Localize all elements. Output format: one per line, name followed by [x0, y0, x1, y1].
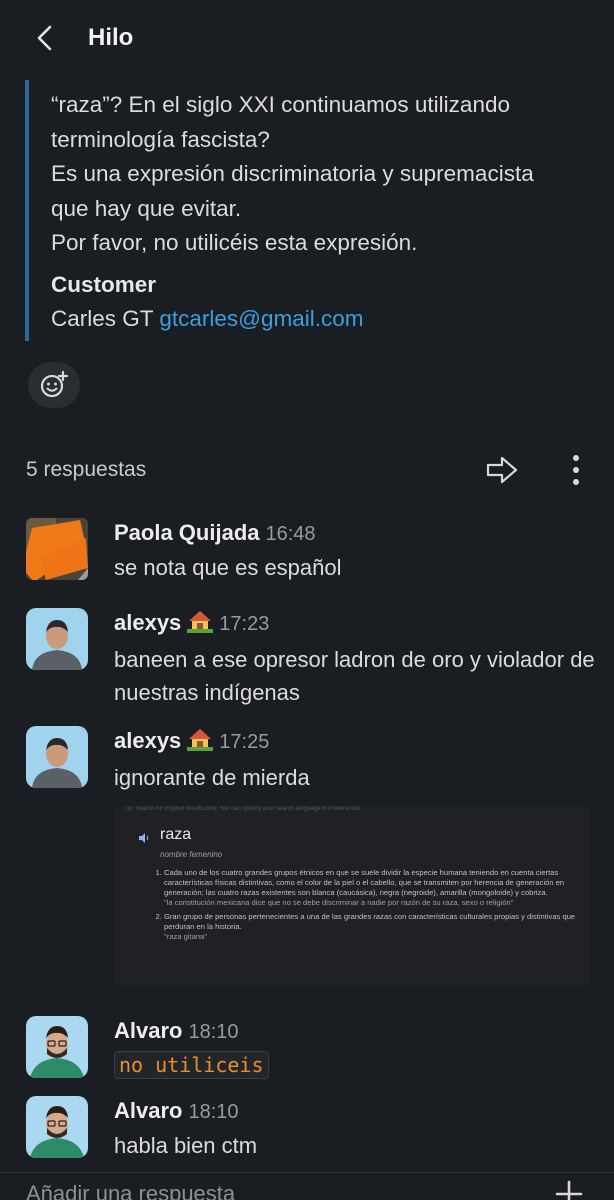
reply-composer: [0, 1172, 614, 1200]
message-body: alexys 17:23 baneen a ese opresor ladron …: [114, 608, 596, 709]
sender-name: Carles GT: [51, 305, 154, 331]
parent-message-text: “raza”? En el siglo XXI continuamos util…: [51, 92, 534, 255]
house-emoji-icon: [187, 609, 214, 641]
more-options-button[interactable]: [556, 450, 596, 490]
author-name[interactable]: Paola Quijada: [114, 520, 260, 545]
add-emoji-icon: [40, 370, 69, 398]
avatar[interactable]: [26, 608, 88, 670]
author-name[interactable]: alexys: [114, 610, 181, 635]
parent-message-sender: Carles GT gtcarles@gmail.com: [51, 301, 595, 341]
definition-text: Gran grupo de personas pertenecientes a …: [164, 912, 576, 931]
author-name[interactable]: Alvaro: [114, 1018, 182, 1043]
message-item[interactable]: Alvaro 18:10 habla bien ctm: [26, 1096, 596, 1166]
back-button[interactable]: [28, 21, 62, 55]
avatar[interactable]: [26, 1016, 88, 1078]
replies-count: 5 respuestas: [26, 458, 147, 481]
definition-item: Gran grupo de personas pertenecientes a …: [164, 912, 576, 942]
replies-bar: 5 respuestas: [26, 448, 596, 492]
message-item[interactable]: alexys 17:25 ignorante de mierda: [26, 726, 596, 796]
definitions-list: Cada uno de los cuatro grandes grupos ét…: [152, 868, 576, 946]
message-text: baneen a ese opresor ladron de oro y vio…: [114, 647, 595, 705]
message-body: Alvaro 18:10 habla bien ctm: [114, 1096, 596, 1162]
reply-input[interactable]: [26, 1181, 506, 1200]
header: Hilo: [0, 0, 614, 76]
house-emoji-icon: [187, 727, 214, 759]
more-vertical-icon: [573, 455, 579, 485]
definition-example: "la constitución mexicana dice que no se…: [164, 898, 514, 907]
part-of-speech: nombre femenino: [160, 850, 223, 859]
parent-message-label: Customer: [51, 271, 157, 297]
message-item[interactable]: Paola Quijada 16:48 se nota que es españo…: [26, 518, 596, 588]
timestamp: 17:23: [219, 613, 270, 635]
message-body: Paola Quijada 16:48 se nota que es españo…: [114, 518, 596, 584]
definition-item: Cada uno de los cuatro grandes grupos ét…: [164, 868, 576, 908]
parent-message-quote: “raza”? En el siglo XXI continuamos util…: [25, 80, 595, 341]
forward-arrow-icon: [486, 456, 518, 484]
definition-example: "raza gitana": [164, 932, 207, 941]
message-item[interactable]: Alvaro 18:10 no utiliceis: [26, 1016, 596, 1086]
message-body: Alvaro 18:10 no utiliceis: [114, 1016, 596, 1079]
avatar[interactable]: [26, 1096, 88, 1158]
plus-icon[interactable]: [554, 1179, 584, 1200]
sender-email-link[interactable]: gtcarles@gmail.com: [159, 306, 363, 331]
avatar[interactable]: [26, 726, 88, 788]
share-button[interactable]: [482, 450, 522, 490]
timestamp: 16:48: [265, 523, 316, 545]
author-name[interactable]: Alvaro: [114, 1098, 182, 1123]
chevron-left-icon: [37, 25, 52, 51]
definition-text: Cada uno de los cuatro grandes grupos ét…: [164, 868, 565, 897]
speaker-icon: [139, 833, 149, 843]
avatar[interactable]: [26, 518, 88, 580]
timestamp: 17:25: [219, 731, 270, 753]
timestamp: 18:10: [188, 1101, 239, 1123]
author-name[interactable]: alexys: [114, 728, 181, 753]
page-title: Hilo: [88, 24, 134, 51]
message-text: ignorante de mierda: [114, 765, 310, 790]
attachment-topline: Tip: Search for English results only. Yo…: [124, 806, 361, 812]
timestamp: 18:10: [188, 1021, 239, 1043]
add-reaction-button[interactable]: [28, 362, 80, 408]
message-text: habla bien ctm: [114, 1133, 258, 1158]
inline-code-text: no utiliceis: [114, 1051, 269, 1079]
dictionary-word: raza: [160, 826, 192, 843]
message-body: alexys 17:25 ignorante de mierda: [114, 726, 596, 794]
image-attachment[interactable]: Tip: Search for English results only. Yo…: [114, 806, 590, 986]
message-text: se nota que es español: [114, 555, 342, 580]
message-item[interactable]: alexys 17:23 baneen a ese opresor ladron …: [26, 608, 596, 708]
